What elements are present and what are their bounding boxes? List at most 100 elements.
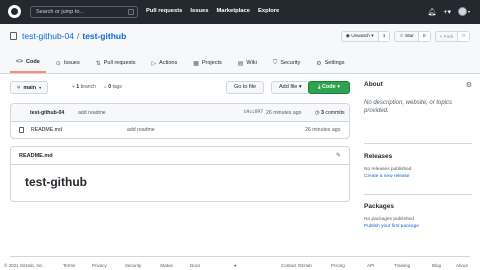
tag-count: 0	[108, 84, 112, 90]
commit-message[interactable]: add readme	[78, 110, 106, 116]
nav-issues[interactable]: Issues	[190, 8, 208, 14]
readme-heading: test-github	[25, 175, 87, 189]
commits-word: commits	[325, 110, 345, 116]
branches-link[interactable]: ⑂ 1 branch	[72, 84, 96, 90]
fork-button[interactable]: ⑂ Fork 0	[434, 31, 470, 42]
releases-text: No releases published	[364, 167, 412, 172]
footer-link-security[interactable]: Security	[125, 263, 141, 268]
avatar[interactable]	[457, 7, 467, 16]
create-release-link[interactable]: Create a new release	[364, 174, 472, 179]
readme-title: README.md	[19, 153, 53, 159]
repo-separator: /	[76, 31, 80, 41]
gear-icon: ⚙	[316, 60, 322, 67]
tag-word: tags	[112, 84, 122, 90]
repo-meta: ⑂ 1 branch ⌂ 0 tags	[72, 84, 122, 90]
book-icon: ▤	[237, 60, 244, 67]
code-button[interactable]: ⤓ Code ▾	[308, 81, 350, 94]
tab-issues[interactable]: ⊙ Issues	[50, 53, 86, 73]
footer-link-status[interactable]: Status	[160, 263, 173, 268]
code-icon: <>	[16, 59, 24, 65]
tab-actions[interactable]: ▷ Actions	[146, 53, 184, 73]
repo-owner-link[interactable]: test-github-04	[22, 31, 74, 41]
packages-text: No packages published	[364, 217, 414, 222]
repo-name-link[interactable]: test-github	[82, 31, 126, 41]
file-list: test-github-04 add readme b9cc897 26 min…	[10, 103, 350, 139]
repo-header: test-github-04 / test-github ◉ Unwatch ▾…	[0, 24, 480, 74]
pull-request-icon: ⇅	[95, 60, 101, 67]
unwatch-count[interactable]: 1	[377, 32, 390, 41]
footer-link-contact[interactable]: Contact GitHub	[281, 263, 312, 268]
footer-link-api[interactable]: API	[367, 263, 374, 268]
table-icon: ▦	[193, 60, 199, 67]
repo-title: test-github-04 / test-github	[10, 31, 126, 41]
branch-count: 1	[76, 84, 80, 90]
footer-link-pricing[interactable]: Pricing	[331, 263, 345, 268]
pencil-icon[interactable]: ✎	[336, 152, 341, 159]
nav-explore[interactable]: Explore	[258, 8, 279, 14]
tab-actions-label: Actions	[159, 60, 178, 66]
bell-icon[interactable]: 🔔︎	[427, 8, 436, 16]
global-nav: Pull requests Issues Marketplace Explore	[146, 8, 279, 14]
code-button-label: Code	[321, 84, 336, 90]
github-mark-icon: ●	[234, 263, 237, 268]
fork-count[interactable]: 0	[457, 32, 469, 41]
tab-security[interactable]: ⛉ Security	[267, 53, 306, 73]
footer-link-docs[interactable]: Docs	[190, 263, 200, 268]
issue-icon: ⊙	[55, 60, 61, 67]
star-button[interactable]: ☆ Star 0	[394, 31, 431, 42]
tab-issues-label: Issues	[63, 60, 80, 66]
gear-icon[interactable]: ⚙	[466, 81, 472, 89]
commits-link[interactable]: ◷ 3 commits	[315, 110, 345, 116]
commit-author[interactable]: test-github-04	[30, 110, 64, 116]
tab-wiki[interactable]: ▤ Wiki	[232, 53, 263, 73]
footer-link-privacy[interactable]: Privacy	[92, 263, 107, 268]
publish-package-link[interactable]: Publish your first package	[364, 224, 472, 229]
branch-name: main	[23, 84, 37, 91]
tab-code[interactable]: <> Code	[10, 53, 46, 73]
file-name[interactable]: README.md	[31, 127, 62, 133]
footer-link-blog[interactable]: Blog	[432, 263, 441, 268]
file-commit-message[interactable]: add readme	[127, 127, 155, 133]
repo-tabs: <> Code ⊙ Issues ⇅ Pull requests ▷ Actions ▦…	[10, 53, 350, 73]
commit-sha[interactable]: b9cc897	[244, 110, 263, 115]
footer-divider	[10, 256, 470, 257]
tab-projects[interactable]: ▦ Projects	[187, 53, 228, 73]
search-input[interactable]: Search or jump to... /	[30, 6, 138, 18]
list-item[interactable]: README.md add readme 26 minutes ago	[11, 122, 349, 138]
tags-link[interactable]: ⌂ 0 tags	[104, 84, 122, 90]
latest-commit-row: test-github-04 add readme b9cc897 26 min…	[11, 104, 349, 122]
tab-security-label: Security	[280, 60, 301, 66]
packages-title[interactable]: Packages	[364, 203, 472, 210]
tab-pull-requests[interactable]: ⇅ Pull requests	[90, 53, 142, 73]
user-menu[interactable]: ▾	[457, 7, 470, 16]
tab-settings-label: Settings	[324, 60, 345, 66]
tab-code-label: Code	[26, 59, 40, 65]
add-file-label: Add file	[279, 84, 298, 90]
star-count[interactable]: 0	[417, 32, 430, 41]
github-logo-icon[interactable]	[8, 5, 21, 18]
footer-link-terms[interactable]: Terms	[63, 263, 75, 268]
file-commit-time: 26 minutes ago	[305, 127, 341, 133]
plus-icon[interactable]: +▾	[443, 8, 451, 16]
footer-link-training[interactable]: Training	[394, 263, 410, 268]
chevron-down-icon: ▾	[39, 85, 42, 90]
commits-count: 3	[320, 110, 324, 116]
repo-actions: ◉ Unwatch ▾ 1 ☆ Star 0 ⑂ Fork 0	[340, 31, 470, 42]
commit-time: 26 minutes ago	[266, 110, 302, 116]
footer-link-about[interactable]: About	[456, 263, 468, 268]
add-file-button[interactable]: Add file ▾	[271, 81, 310, 94]
footer-copyright: © 2021 GitHub, Inc.	[4, 263, 44, 268]
packages-section: Packages No packages published Publish y…	[364, 203, 472, 229]
repo-icon	[10, 32, 17, 40]
tab-settings[interactable]: ⚙ Settings	[310, 53, 350, 73]
nav-marketplace[interactable]: Marketplace	[216, 8, 250, 14]
unwatch-button[interactable]: ◉ Unwatch ▾ 1	[340, 31, 391, 42]
nav-pull-requests[interactable]: Pull requests	[146, 8, 182, 14]
readme-panel: README.md ✎ test-github	[10, 146, 350, 202]
branch-select-button[interactable]: ⑂ main ▾	[10, 81, 49, 94]
header-icons: 🔔︎ +▾ ▾	[427, 7, 470, 16]
divider	[364, 143, 472, 144]
go-to-file-button[interactable]: Go to file	[226, 81, 265, 94]
star-label: Star	[405, 34, 414, 39]
releases-title[interactable]: Releases	[364, 153, 472, 160]
